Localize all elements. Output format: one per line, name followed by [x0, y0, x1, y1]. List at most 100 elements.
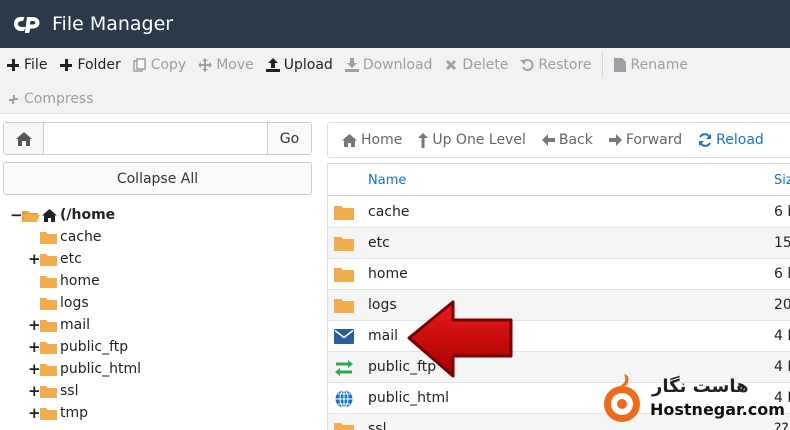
delete-icon [444, 58, 458, 72]
tree-item-label: public_ftp [60, 339, 129, 355]
tree-item-label: logs [60, 295, 89, 311]
rename-icon [613, 58, 627, 72]
folder-open-icon [22, 208, 40, 222]
arrow-left-icon [541, 134, 555, 146]
new-folder-label: Folder [77, 57, 121, 73]
column-header-name[interactable]: Name [368, 173, 406, 188]
compress-label: Compress [24, 91, 94, 107]
file-size: 6 b [774, 204, 790, 220]
app-title: File Manager [52, 13, 174, 35]
folder-icon [334, 421, 354, 430]
expand-toggle-icon[interactable]: + [28, 404, 41, 422]
compress-button[interactable]: Compress [0, 85, 100, 113]
folder-icon [40, 384, 58, 398]
copy-icon [133, 58, 147, 72]
toolbar-row-2: Compress [0, 84, 100, 114]
folder-icon [40, 318, 58, 332]
go-button[interactable]: Go [267, 123, 311, 154]
move-button[interactable]: Move [192, 51, 260, 79]
copy-button[interactable]: Copy [127, 51, 193, 79]
file-name: mail [368, 328, 398, 344]
tree-item-public-html[interactable]: + public_html [28, 358, 141, 380]
tree-item-public-ftp[interactable]: + public_ftp [28, 336, 128, 358]
file-name: logs [368, 297, 397, 313]
upload-icon [265, 58, 280, 72]
toolbar: File Folder Copy Move Upload Download De… [0, 48, 790, 114]
restore-button[interactable]: Restore [514, 51, 597, 79]
path-search-bar: Go [3, 122, 312, 155]
brand-url: Hostnegar.com [650, 400, 785, 419]
file-size: 15 [774, 235, 790, 251]
file-name: home [368, 266, 408, 282]
up-one-level-label: Up One Level [432, 132, 526, 148]
download-button[interactable]: Download [339, 51, 439, 79]
tree-item-label: home [60, 273, 100, 289]
back-button[interactable]: Back [534, 126, 601, 154]
column-header-size[interactable]: Siz [774, 173, 790, 188]
tree-item-home[interactable]: home [40, 270, 100, 292]
download-icon [344, 58, 359, 72]
move-icon [198, 58, 213, 72]
delete-button[interactable]: Delete [438, 51, 514, 79]
tree-item-label: mail [60, 317, 90, 333]
folder-icon [334, 235, 354, 252]
folder-icon [40, 230, 58, 244]
tree-item-cache[interactable]: cache [40, 226, 101, 248]
expand-toggle-icon[interactable]: + [28, 382, 41, 400]
folder-icon [40, 362, 58, 376]
new-folder-button[interactable]: Folder [53, 51, 126, 79]
table-row[interactable]: logs 20 [328, 290, 790, 321]
expand-toggle-icon[interactable]: + [28, 250, 41, 268]
reload-button[interactable]: Reload [690, 126, 772, 154]
folder-icon [40, 274, 58, 288]
file-name: etc [368, 235, 390, 251]
home-icon [42, 208, 58, 222]
table-row[interactable]: etc 15 [328, 228, 790, 259]
path-home-button[interactable] [4, 123, 44, 154]
table-row[interactable]: mail 4 K [328, 321, 790, 352]
toolbar-divider [601, 52, 603, 78]
back-label: Back [558, 132, 593, 148]
collapse-all-button[interactable]: Collapse All [3, 162, 312, 195]
arrow-right-icon [608, 134, 622, 146]
compress-icon [6, 92, 20, 106]
up-one-level-button[interactable]: Up One Level [410, 126, 534, 154]
copy-label: Copy [150, 57, 187, 73]
folder-icon [334, 204, 354, 221]
path-input[interactable] [44, 123, 267, 154]
tree-item-root[interactable]: − (/home [10, 204, 115, 226]
plus-icon [6, 58, 20, 72]
expand-toggle-icon[interactable]: + [28, 316, 41, 334]
expand-toggle-icon[interactable]: + [28, 360, 41, 378]
delete-label: Delete [462, 57, 509, 73]
collapse-toggle-icon[interactable]: − [10, 206, 23, 224]
tree-item-tmp[interactable]: + tmp [28, 402, 88, 424]
folder-icon [40, 296, 58, 310]
rename-label: Rename [630, 57, 688, 73]
upload-label: Upload [283, 57, 333, 73]
new-file-button[interactable]: File [0, 51, 53, 79]
toolbar-row-1: File Folder Copy Move Upload Download De… [0, 50, 694, 80]
rename-button[interactable]: Rename [607, 51, 694, 79]
brand-persian-text: هاست نگار [652, 376, 749, 397]
tree-item-mail[interactable]: + mail [28, 314, 90, 336]
upload-button[interactable]: Upload [260, 51, 339, 79]
forward-button[interactable]: Forward [601, 126, 690, 154]
expand-toggle-icon[interactable]: + [28, 338, 41, 356]
nav-home-button[interactable]: Home [334, 126, 410, 154]
reload-label: Reload [716, 132, 764, 148]
level-up-icon [418, 132, 429, 148]
home-icon [342, 133, 357, 147]
cpanel-logo-icon [12, 13, 44, 35]
folder-icon [40, 406, 58, 420]
file-name: public_html [368, 390, 450, 406]
mail-icon [334, 328, 354, 345]
transfer-icon [334, 359, 354, 376]
tree-item-label: etc [60, 251, 82, 267]
tree-item-etc[interactable]: + etc [28, 248, 82, 270]
file-name: cache [368, 204, 410, 220]
tree-item-logs[interactable]: logs [40, 292, 89, 314]
table-row[interactable]: cache 6 b [328, 197, 790, 228]
table-row[interactable]: home 6 b [328, 259, 790, 290]
tree-item-ssl[interactable]: + ssl [28, 380, 78, 402]
